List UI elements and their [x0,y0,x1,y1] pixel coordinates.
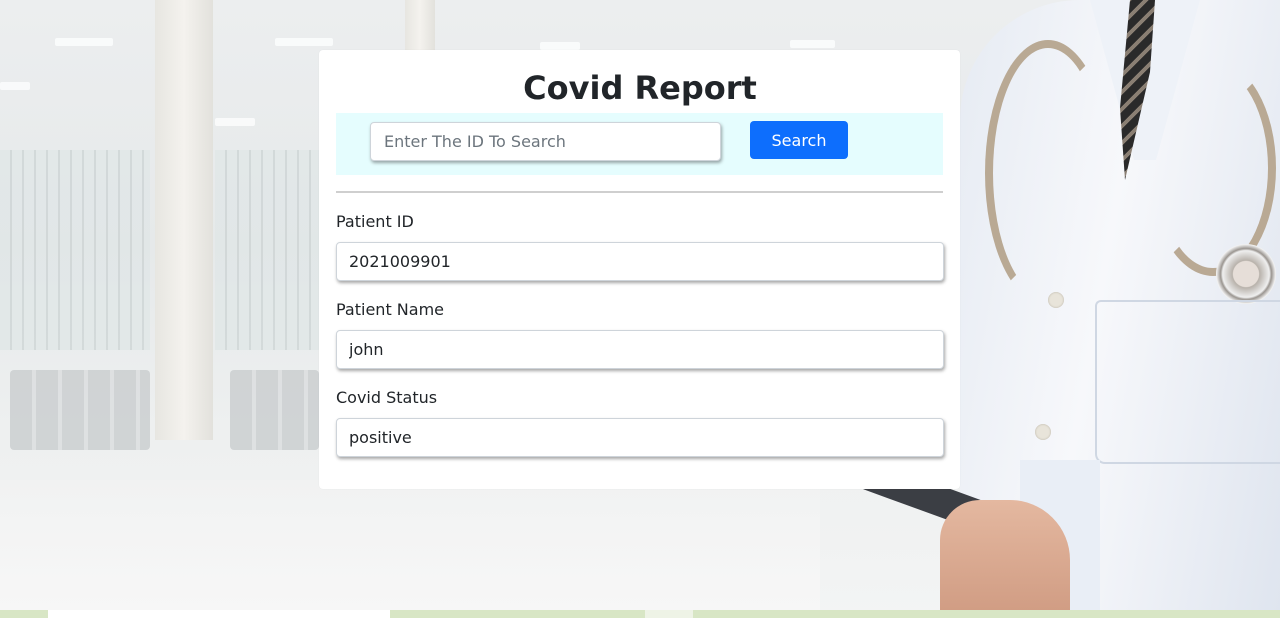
doctor-hand [940,500,1070,610]
ceiling-light [275,38,333,46]
floor [0,480,820,610]
coat-button [1048,292,1064,308]
search-input[interactable] [370,122,721,161]
search-button[interactable]: Search [750,121,848,159]
taskbar [0,610,1280,618]
divider [336,191,943,193]
covid-status-label: Covid Status [336,388,438,407]
ceiling-light [790,40,835,48]
window [215,150,319,350]
page-title: Covid Report [523,69,757,107]
patient-name-field[interactable] [336,330,944,369]
bench [230,370,319,450]
patient-id-field[interactable] [336,242,944,281]
coat-button [1035,424,1051,440]
window [0,150,150,350]
ceiling-light [215,118,255,126]
ceiling-light [540,42,580,50]
bench [10,370,150,450]
pillar [405,0,435,50]
patient-id-label: Patient ID [336,212,414,231]
patient-name-label: Patient Name [336,300,444,319]
taskbar-item[interactable] [645,610,693,618]
coat-pocket [1095,300,1280,464]
stethoscope-icon [1216,244,1276,304]
taskbar-search-box[interactable] [48,610,390,618]
covid-status-field[interactable] [336,418,944,457]
ceiling-light [55,38,113,46]
